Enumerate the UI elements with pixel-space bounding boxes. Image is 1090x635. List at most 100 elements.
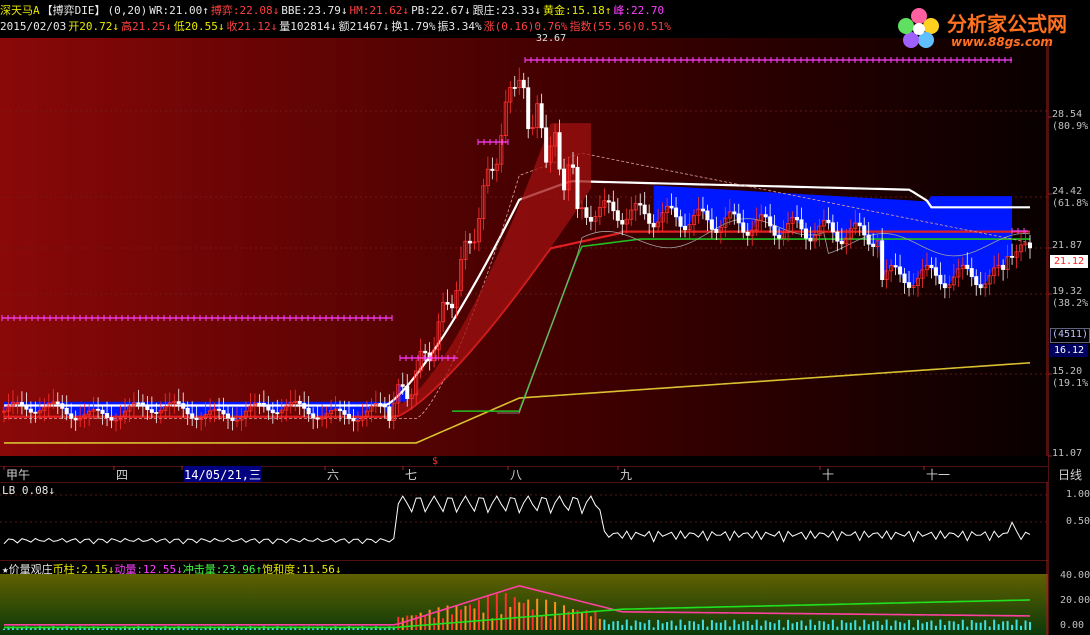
volume-bar [840, 620, 843, 630]
indicator-item: WR:21.00↑ [149, 4, 209, 17]
volume-bar [648, 619, 651, 630]
peak-price-label: 32.67 [536, 33, 567, 44]
volume-bar [975, 622, 978, 630]
volume-bar [831, 619, 834, 630]
candle-body [512, 87, 517, 89]
candle-body [100, 409, 105, 414]
candle-body [683, 225, 688, 231]
indicator-item: (0,20) [107, 4, 148, 17]
candle-body [741, 222, 746, 233]
quote-item: 指数(55.56)0.51% [569, 20, 671, 33]
volume-bar [800, 620, 803, 630]
candle-body [1028, 242, 1033, 249]
indicator-item: HM:21.62↓ [349, 4, 410, 17]
candle-body [297, 400, 302, 404]
candle-body [1001, 264, 1006, 270]
volume-bar [710, 620, 713, 630]
volume-bar [639, 622, 642, 630]
volume-bar [513, 596, 516, 630]
volume-bar [459, 609, 462, 630]
candle-body [33, 411, 38, 414]
candle-body [270, 409, 275, 414]
candle-body [266, 405, 271, 411]
volume-bar [285, 628, 288, 630]
volume-bar [939, 619, 942, 630]
volume-bar [827, 624, 830, 630]
volume-bar [186, 628, 189, 630]
volume-bar [370, 627, 373, 630]
volume-bar [634, 620, 637, 630]
volume-bar [1024, 620, 1027, 630]
lb-indicator-chart[interactable] [0, 482, 1048, 560]
candlestick-chart[interactable] [0, 38, 1048, 456]
candle-body [176, 401, 181, 405]
volume-bar [580, 612, 583, 630]
site-logo: 分析家公式网 www.88gs.com [893, 2, 1090, 56]
volume-bar [74, 627, 77, 630]
candle-body [795, 217, 800, 221]
volume-bar [943, 624, 946, 630]
candle-body [969, 268, 974, 278]
volume-bar [697, 624, 700, 630]
volume-bar [518, 602, 521, 630]
volume-bar [804, 625, 807, 630]
volume-bar [921, 623, 924, 630]
candle-body [521, 79, 526, 89]
volume-bar [809, 619, 812, 630]
date-tick-label: 七 [405, 468, 418, 482]
candle-body [154, 412, 159, 414]
candle-body [871, 243, 876, 247]
candle-body [732, 211, 737, 215]
volume-bar [737, 624, 740, 630]
volume-bar [692, 621, 695, 630]
candle-body [257, 402, 262, 405]
volume-bar [791, 623, 794, 630]
candle-body [857, 222, 862, 227]
volume-bar [813, 624, 816, 630]
candle-body [1010, 255, 1015, 258]
volume-bar [563, 605, 566, 630]
volume-bar [854, 620, 857, 630]
volume-bar [867, 624, 870, 630]
volume-bar [688, 620, 691, 630]
volume-bar [988, 626, 991, 630]
period-label[interactable]: 日线 [1058, 466, 1082, 483]
volume-bar [733, 619, 736, 630]
volume-bar [684, 624, 687, 630]
candle-body [190, 413, 195, 419]
flower-logo-icon [898, 8, 939, 48]
quote-item: 涨(0.16)0.76% [483, 20, 568, 33]
candle-body [705, 210, 710, 221]
candle-body [826, 219, 831, 224]
date-tick-label: 六 [327, 468, 340, 482]
candle-body [772, 225, 777, 236]
volume-bar [540, 615, 543, 630]
volume-bar [948, 620, 951, 630]
indicator-item: 搏弈:22.08↓ [210, 4, 280, 17]
percent-tick-label: (80.9%) [1052, 121, 1090, 132]
volume-bar [849, 622, 852, 630]
volume-bar [612, 621, 615, 630]
candle-body [230, 417, 235, 421]
volume-bar [495, 593, 498, 630]
volume-bar [836, 626, 839, 630]
candle-body [714, 228, 719, 233]
candle-body [803, 228, 808, 239]
quote-item: 低20.55↓ [173, 20, 225, 33]
candle-body [763, 214, 768, 218]
volume-bar [782, 627, 785, 630]
volume-bar [822, 621, 825, 630]
lb-axis-label: 1.00 [1066, 489, 1090, 500]
candle-body [105, 413, 110, 418]
volume-bar [679, 619, 682, 630]
candle-body [351, 418, 356, 422]
candle-body [978, 284, 983, 289]
logo-url: www.88gs.com [951, 35, 1053, 49]
price-tick-label: 11.07 [1052, 448, 1083, 459]
quote-item: 换1.79% [391, 20, 436, 33]
volume-bar [952, 621, 955, 630]
volume-bar [200, 628, 203, 630]
percent-tick-label: (38.2%) [1052, 298, 1090, 309]
volume-bar [1011, 624, 1014, 630]
volume-axis-label: 0.00 [1060, 620, 1085, 631]
